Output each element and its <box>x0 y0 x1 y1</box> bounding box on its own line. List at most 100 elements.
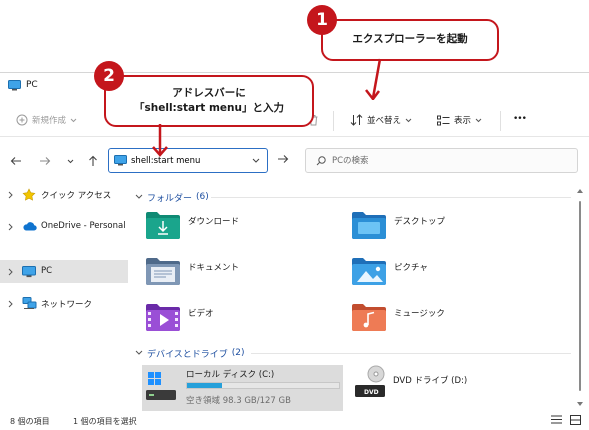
new-button[interactable]: 新規作成 <box>16 114 77 126</box>
chevron-down-icon <box>405 118 412 123</box>
vertical-scrollbar[interactable] <box>576 183 584 408</box>
chevron-down-icon <box>70 118 77 123</box>
tiles-view-icon[interactable] <box>570 415 581 428</box>
status-bar: 8 個の項目 1 個の項目を選択 <box>0 408 589 430</box>
callout-2-line1: アドレスバーに <box>172 86 246 99</box>
folder-label: ピクチャ <box>394 263 428 273</box>
sort-icon <box>350 114 363 126</box>
downloads-icon <box>145 210 181 243</box>
arrow-up-icon <box>88 155 98 170</box>
callout-1: エクスプローラーを起動 <box>321 19 499 61</box>
sort-button[interactable]: 並べ替え <box>350 114 412 126</box>
chevron-down-icon <box>475 118 482 123</box>
chevron-right-icon[interactable] <box>8 191 13 202</box>
star-icon <box>22 188 36 204</box>
folders-group-title: フォルダー <box>147 193 193 204</box>
drives-group-title: デバイスとドライブ <box>147 349 228 360</box>
sidebar-item-pc[interactable]: PC <box>0 260 128 283</box>
search-icon <box>316 156 326 169</box>
folder-label: ドキュメント <box>188 263 240 273</box>
content-pane: フォルダー (6) ダウンロード デスクトップ ドキュメント ピクチャ ビデオ … <box>133 183 573 411</box>
group-divider <box>251 353 571 354</box>
new-button-label: 新規作成 <box>32 116 67 126</box>
scroll-thumb[interactable] <box>579 201 581 391</box>
drive-name: ローカル ディスク (C:) <box>186 370 275 380</box>
folder-music[interactable]: ミュージック <box>339 299 539 339</box>
sidebar-item-quick-access[interactable]: クイック アクセス <box>0 183 128 207</box>
folder-label: ビデオ <box>188 309 214 319</box>
drive-d[interactable]: DVD DVD ドライブ (D:) <box>349 365 549 411</box>
callout-1-arrow <box>365 58 382 100</box>
cloud-icon <box>22 220 37 235</box>
more-options-button[interactable]: ••• <box>513 114 527 124</box>
callout-1-badge: 1 <box>307 5 337 35</box>
view-list-icon <box>437 115 450 126</box>
recent-locations-button[interactable] <box>62 154 78 170</box>
arrow-right-icon <box>39 156 51 169</box>
search-input[interactable] <box>332 154 532 168</box>
selected-count: 1 個の項目を選択 <box>73 417 137 426</box>
plus-circle-icon <box>16 114 28 126</box>
videos-icon <box>145 302 181 335</box>
callout-2-number: 2 <box>103 66 115 86</box>
folder-pictures[interactable]: ピクチャ <box>339 253 539 293</box>
forward-button[interactable] <box>37 154 53 170</box>
pictures-icon <box>351 256 387 289</box>
search-box[interactable] <box>305 148 578 173</box>
chevron-down-icon <box>135 192 143 202</box>
details-view-icon[interactable] <box>551 415 562 427</box>
pc-icon <box>22 266 36 281</box>
callout-2-arrow <box>152 124 168 157</box>
command-separator <box>500 111 501 131</box>
chevron-right-icon[interactable] <box>8 300 13 311</box>
drive-c[interactable]: ローカル ディスク (C:) 空き領域 98.3 GB/127 GB <box>142 365 343 411</box>
callout-1-text: エクスプローラーを起動 <box>352 33 468 46</box>
callout-2-line2: 「shell:start menu」と入力 <box>134 102 284 114</box>
music-icon <box>351 302 387 335</box>
callout-1-number: 1 <box>316 10 328 30</box>
back-button[interactable] <box>8 154 24 170</box>
chevron-right-icon[interactable] <box>8 268 13 279</box>
folder-documents[interactable]: ドキュメント <box>133 253 333 293</box>
network-icon <box>22 297 37 313</box>
drives-group-header[interactable]: デバイスとドライブ (2) <box>135 345 244 361</box>
folder-videos[interactable]: ビデオ <box>133 299 333 339</box>
address-bar[interactable] <box>108 148 268 173</box>
sidebar-item-label: ネットワーク <box>41 300 93 310</box>
item-count: 8 個の項目 <box>10 417 50 426</box>
navigation-bar <box>0 145 589 177</box>
folder-label: ミュージック <box>394 309 445 319</box>
drive-name: DVD ドライブ (D:) <box>393 376 468 386</box>
callout-2-badge: 2 <box>94 61 124 91</box>
drives-group-count: (2) <box>231 348 245 358</box>
chevron-down-icon <box>67 157 74 167</box>
arrow-right-icon <box>277 154 289 167</box>
windows-drive-icon <box>146 370 176 405</box>
folder-label: デスクトップ <box>394 217 446 227</box>
folder-downloads[interactable]: ダウンロード <box>133 207 333 247</box>
sidebar-item-label: クイック アクセス <box>41 191 112 201</box>
view-button-label: 表示 <box>454 116 472 126</box>
pc-icon <box>8 80 21 91</box>
view-button[interactable]: 表示 <box>437 114 482 126</box>
up-button[interactable] <box>85 154 101 170</box>
scroll-up-icon[interactable] <box>577 186 583 196</box>
sidebar-item-label: PC <box>41 266 53 276</box>
folder-desktop[interactable]: デスクトップ <box>339 207 539 247</box>
sidebar-item-label: OneDrive - Personal <box>41 221 126 231</box>
sidebar-item-onedrive[interactable]: OneDrive - Personal <box>0 215 128 239</box>
folders-group-header[interactable]: フォルダー (6) <box>135 189 209 205</box>
desktop-icon <box>351 210 387 243</box>
sidebar-item-network[interactable]: ネットワーク <box>0 292 128 315</box>
callout-2: アドレスバーに 「shell:start menu」と入力 <box>104 75 314 127</box>
pc-icon <box>114 155 127 169</box>
chevron-right-icon[interactable] <box>8 223 13 234</box>
drive-usage-fill <box>187 383 222 388</box>
documents-icon <box>145 256 181 289</box>
group-divider <box>211 197 571 198</box>
more-icon: ••• <box>513 114 527 124</box>
dvd-drive-icon <box>353 365 387 404</box>
window-title: PC <box>26 80 38 90</box>
go-button[interactable] <box>272 148 294 173</box>
chevron-down-icon[interactable] <box>252 156 260 166</box>
